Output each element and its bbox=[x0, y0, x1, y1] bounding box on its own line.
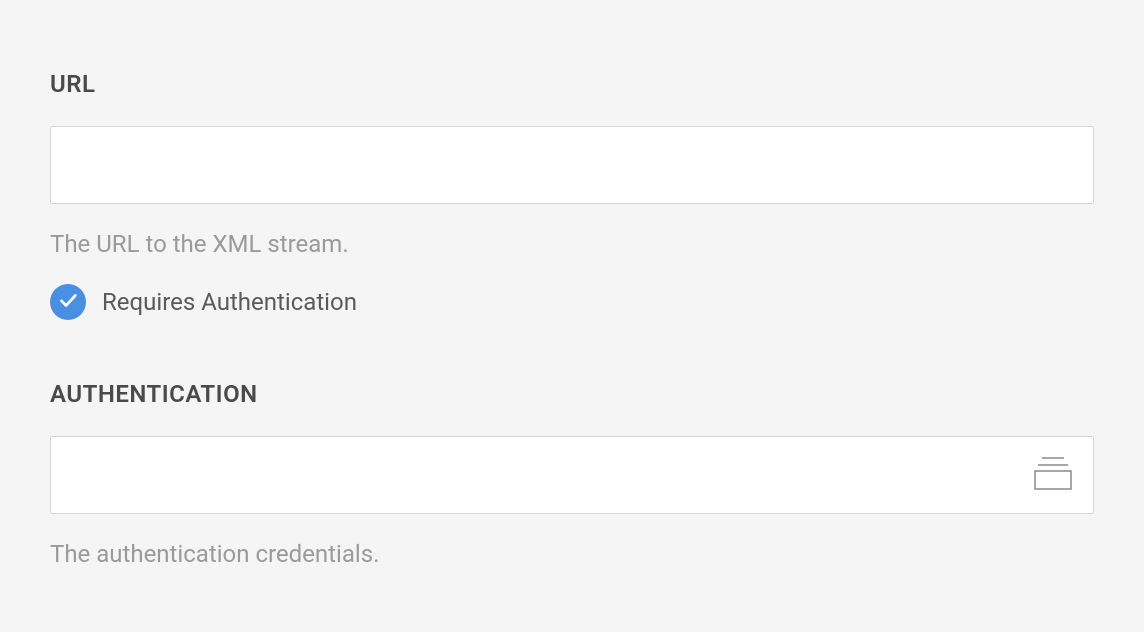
authentication-help-text: The authentication credentials. bbox=[50, 540, 1094, 568]
checkmark-icon bbox=[57, 289, 79, 315]
url-label: URL bbox=[50, 70, 1094, 98]
url-section: URL The URL to the XML stream. Requires … bbox=[50, 70, 1094, 320]
requires-auth-checkbox[interactable] bbox=[50, 284, 86, 320]
url-help-text: The URL to the XML stream. bbox=[50, 230, 1094, 258]
authentication-section: AUTHENTICATION The authentication creden… bbox=[50, 380, 1094, 568]
authentication-label: AUTHENTICATION bbox=[50, 380, 1094, 408]
requires-auth-label: Requires Authentication bbox=[102, 288, 357, 316]
authentication-select-wrapper bbox=[50, 436, 1094, 514]
authentication-select[interactable] bbox=[50, 436, 1094, 514]
requires-auth-row: Requires Authentication bbox=[50, 284, 1094, 320]
url-input[interactable] bbox=[50, 126, 1094, 204]
